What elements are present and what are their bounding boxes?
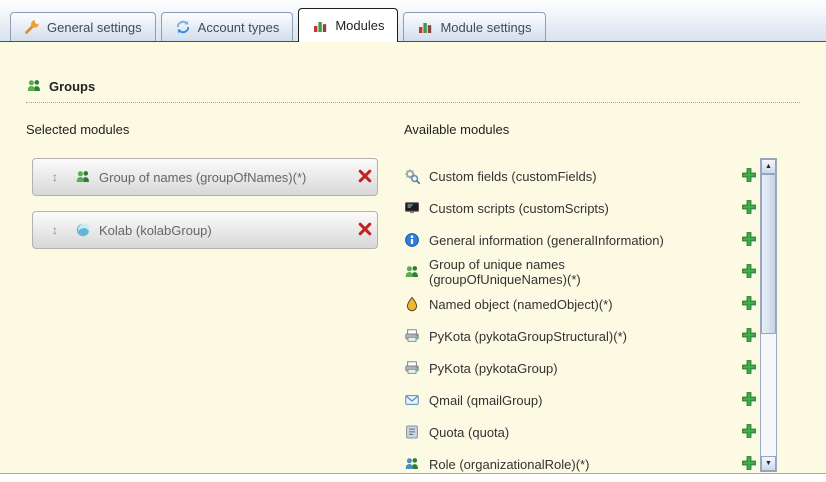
printer-icon [404,328,420,344]
scrollbar-thumb[interactable] [761,174,776,334]
available-module-label: Named object (namedObject)(*) [429,297,697,312]
add-module-button[interactable] [740,263,758,281]
selected-modules-list: ↕ Group of names (groupOfNames)(*) ↕ Kol… [32,158,378,264]
tab-label: Module settings [440,20,531,35]
add-module-button[interactable] [740,423,758,441]
add-module-button[interactable] [740,167,758,185]
selected-module-label: Kolab (kolabGroup) [99,223,349,238]
add-module-button[interactable] [740,391,758,409]
add-plus-icon [741,263,757,279]
scroll-up-icon[interactable]: ▲ [761,159,776,174]
add-plus-icon [741,199,757,215]
available-modules-heading: Available modules [404,122,509,137]
add-module-button[interactable] [740,327,758,345]
add-module-button[interactable] [740,359,758,377]
delete-x-icon [357,168,373,184]
add-module-button[interactable] [740,199,758,217]
remove-module-button[interactable] [349,168,367,186]
available-module-label: General information (generalInformation) [429,233,697,248]
section-heading: Groups [26,78,95,94]
drag-handle-icon[interactable]: ↕ [43,223,67,237]
droplet-icon [404,296,420,312]
available-module-label: Quota (quota) [429,425,697,440]
available-module-label: Role (organizationalRole)(*) [429,457,697,472]
add-plus-icon [741,359,757,375]
tab-label: Account types [198,20,280,35]
tab-label: General settings [47,20,142,35]
add-module-button[interactable] [740,295,758,313]
add-plus-icon [741,231,757,247]
selected-module-row: ↕ Group of names (groupOfNames)(*) [32,158,378,196]
available-module-label: PyKota (pykotaGroupStructural)(*) [429,329,697,344]
available-modules-scrollbar[interactable]: ▲ ▼ [760,158,777,472]
available-module-row: Group of unique names (groupOfUniqueName… [404,256,758,288]
tab-bar: General settings Account types Modules M… [0,0,826,42]
delete-x-icon [357,221,373,237]
groups-icon [404,264,420,280]
available-module-row: Custom fields (customFields) [404,160,758,192]
available-module-label: Custom scripts (customScripts) [429,201,697,216]
groups-icon [26,78,42,94]
scroll-down-icon[interactable]: ▼ [761,456,776,471]
remove-module-button[interactable] [349,221,367,239]
available-module-row: Role (organizationalRole)(*) [404,448,758,480]
tab-modules[interactable]: Modules [298,8,398,42]
section-divider [26,102,800,103]
scrollbar-track[interactable] [761,174,776,456]
available-module-label: Qmail (qmailGroup) [429,393,697,408]
quota-icon [404,424,420,440]
available-module-row: General information (generalInformation) [404,224,758,256]
tab-account-types[interactable]: Account types [161,12,294,41]
mail-icon [404,392,420,408]
selected-modules-heading: Selected modules [26,122,129,137]
kolab-icon [75,222,91,238]
add-plus-icon [741,391,757,407]
add-module-button[interactable] [740,455,758,473]
available-module-row: Custom scripts (customScripts) [404,192,758,224]
add-plus-icon [741,455,757,471]
available-module-label: Custom fields (customFields) [429,169,697,184]
available-module-row: PyKota (pykotaGroupStructural)(*) [404,320,758,352]
drag-handle-icon[interactable]: ↕ [43,170,67,184]
available-module-row: PyKota (pykotaGroup) [404,352,758,384]
add-plus-icon [741,295,757,311]
available-module-label: PyKota (pykotaGroup) [429,361,697,376]
modules-tab-content: Groups Selected modules Available module… [0,42,826,474]
refresh-icon [175,19,191,35]
available-modules-list: Custom fields (customFields) Custom scri… [404,160,758,480]
gear-magnifier-icon [404,168,420,184]
wrench-icon [24,19,40,35]
printer-icon [404,360,420,376]
available-module-row: Qmail (qmailGroup) [404,384,758,416]
available-module-row: Quota (quota) [404,416,758,448]
info-icon [404,232,420,248]
available-module-row: Named object (namedObject)(*) [404,288,758,320]
add-plus-icon [741,423,757,439]
groups-icon [75,169,91,185]
available-module-label: Group of unique names (groupOfUniqueName… [429,257,697,287]
modules-icon [417,19,433,35]
tab-general-settings[interactable]: General settings [10,12,156,41]
module-configuration-page: General settings Account types Modules M… [0,0,826,482]
modules-icon [312,18,328,34]
tab-label: Modules [335,18,384,33]
section-title: Groups [49,79,95,94]
selected-module-row: ↕ Kolab (kolabGroup) [32,211,378,249]
tab-module-settings[interactable]: Module settings [403,12,545,41]
terminal-icon [404,200,420,216]
add-module-button[interactable] [740,231,758,249]
selected-module-label: Group of names (groupOfNames)(*) [99,170,349,185]
add-plus-icon [741,167,757,183]
add-plus-icon [741,327,757,343]
role-icon [404,456,420,472]
